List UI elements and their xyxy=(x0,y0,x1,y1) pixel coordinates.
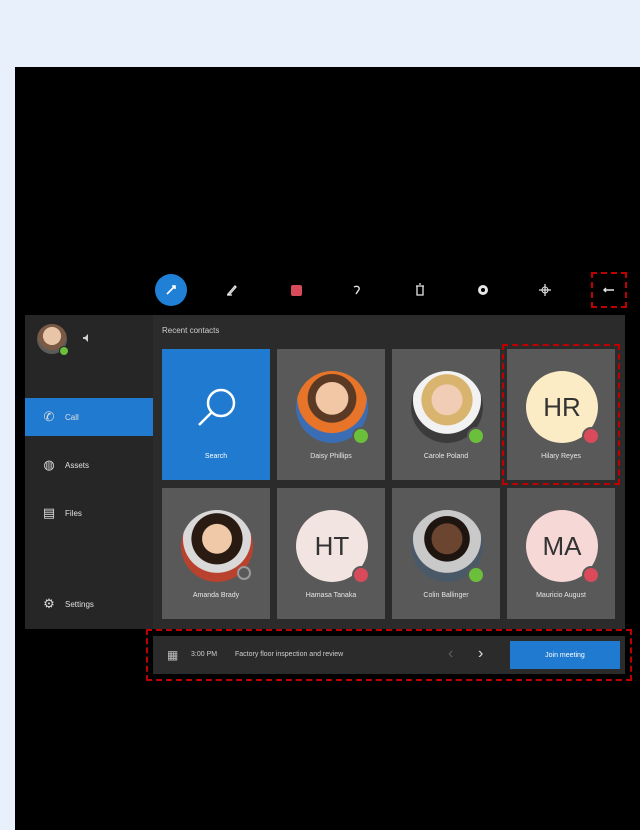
presence-busy-icon xyxy=(582,427,600,445)
contact-tile[interactable]: Daisy Phillips xyxy=(277,349,385,480)
presence-dot xyxy=(59,346,69,356)
call-panel: ✆ Call ◍ Assets ▤ Files ⚙ Settings Recen… xyxy=(25,315,625,629)
settings-icon[interactable] xyxy=(466,273,500,307)
assets-icon: ◍ xyxy=(43,457,55,472)
join-meeting-button[interactable]: Join meeting xyxy=(510,641,620,669)
section-title: Recent contacts xyxy=(162,326,220,335)
meeting-title: Factory floor inspection and review xyxy=(235,651,344,658)
search-tile[interactable]: Search xyxy=(162,349,270,480)
undo-icon[interactable] xyxy=(340,273,374,307)
sidebar-item-label: Settings xyxy=(65,599,94,609)
sidebar-item-settings[interactable]: ⚙ Settings xyxy=(25,585,153,623)
sidebar: ✆ Call ◍ Assets ▤ Files ⚙ Settings xyxy=(25,315,153,629)
calendar-icon: ▦ xyxy=(167,648,179,662)
contact-name: Search xyxy=(204,453,228,460)
presence-available-icon xyxy=(352,427,370,445)
contact-name: Carole Poland xyxy=(423,453,469,460)
contact-tile-highlighted[interactable]: HR Hilary Reyes xyxy=(502,344,620,485)
toolbar xyxy=(155,271,630,309)
mute-icon[interactable] xyxy=(81,333,91,346)
contact-name: Hilary Reyes xyxy=(541,453,581,460)
meeting-bar-inner: ▦ 3:00 PM Factory floor inspection and r… xyxy=(153,636,625,674)
recent-contacts-section: Recent contacts Search Daisy Phillips Ca… xyxy=(153,315,625,629)
meeting-time: 3:00 PM xyxy=(191,651,218,658)
contact-name: Amanda Brady xyxy=(192,592,240,599)
files-icon: ▤ xyxy=(42,505,56,520)
phone-icon: ✆ xyxy=(43,409,55,424)
sidebar-item-label: Assets xyxy=(65,460,90,470)
contact-tile[interactable]: MA Mauricio August xyxy=(507,488,615,619)
meeting-bar: ▦ 3:00 PM Factory floor inspection and r… xyxy=(146,629,632,681)
presence-busy-icon xyxy=(582,566,600,584)
search-icon xyxy=(198,388,236,426)
presence-available-icon xyxy=(467,427,485,445)
more-icon[interactable] xyxy=(591,272,627,308)
sidebar-item-call[interactable]: ✆ Call xyxy=(25,398,153,436)
chevron-right-icon[interactable]: › xyxy=(478,645,483,663)
contact-name: Mauricio August xyxy=(536,592,586,599)
presence-busy-icon xyxy=(352,566,370,584)
pen-icon[interactable] xyxy=(215,273,249,307)
contact-tile[interactable]: HT Hamasa Tanaka xyxy=(277,488,385,619)
contact-tile[interactable]: Colin Ballinger xyxy=(392,488,500,619)
sidebar-item-label: Call xyxy=(65,412,79,422)
presence-available-icon xyxy=(467,566,485,584)
sidebar-item-label: Files xyxy=(65,508,82,518)
settings-icon: ⚙ xyxy=(43,596,55,611)
contact-tile[interactable]: Carole Poland xyxy=(392,349,500,480)
sidebar-item-files[interactable]: ▤ Files xyxy=(25,494,153,532)
contact-name: Hamasa Tanaka xyxy=(305,592,357,599)
presence-away-icon xyxy=(237,566,251,580)
contact-name: Daisy Phillips xyxy=(310,453,352,460)
sidebar-item-assets[interactable]: ◍ Assets xyxy=(25,446,153,484)
pin-icon[interactable] xyxy=(155,274,187,306)
chevron-left-icon[interactable]: ‹ xyxy=(448,645,453,663)
delete-icon[interactable] xyxy=(403,273,437,307)
contact-name: Colin Ballinger xyxy=(423,592,469,599)
move-icon[interactable] xyxy=(528,273,562,307)
contact-tile[interactable]: Amanda Brady xyxy=(162,488,270,619)
stop-record-icon[interactable] xyxy=(279,273,313,307)
